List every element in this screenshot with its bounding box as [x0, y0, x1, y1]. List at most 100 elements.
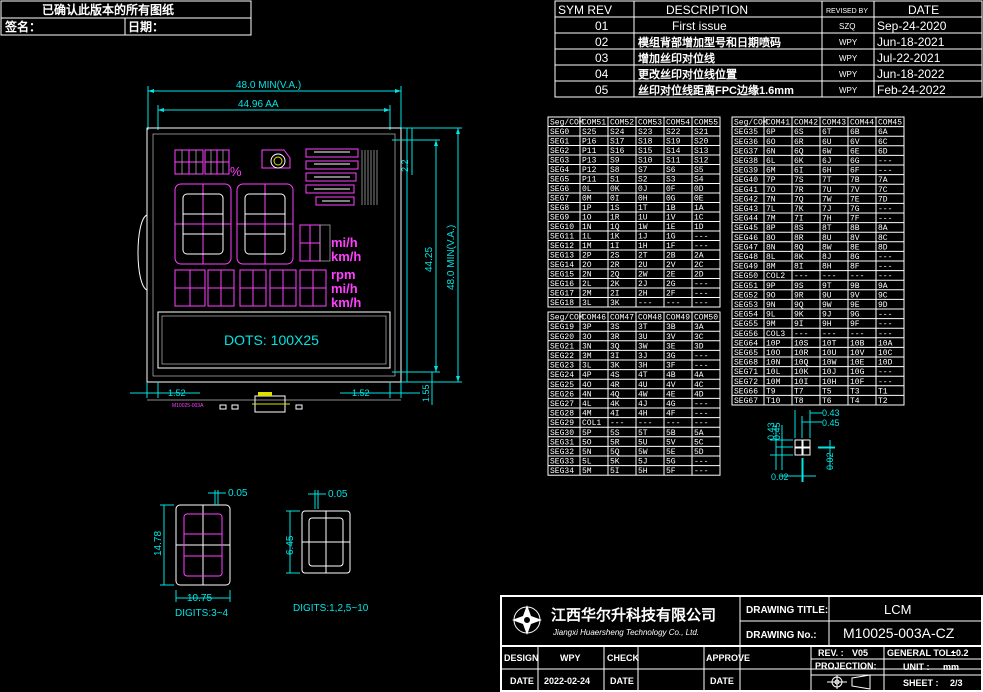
table-cell: SEG14	[550, 261, 574, 270]
table-cell: SEG28	[550, 410, 574, 419]
table-cell: 2V	[666, 261, 676, 270]
dim-bottom-margin: 1.55	[421, 384, 431, 402]
table-cell: 3K	[610, 299, 620, 308]
table-cell: 10J	[822, 368, 836, 377]
table-cell: 1K	[610, 233, 620, 242]
table-cell: SEG68	[734, 359, 758, 368]
table-cell: SEG53	[734, 301, 758, 310]
rev-row-5-date: Feb-24-2022	[877, 83, 946, 97]
table-cell: 9E	[850, 301, 860, 310]
table-cell: 10A	[878, 339, 893, 348]
table-cell: 4F	[666, 410, 676, 419]
table-cell: 8S	[794, 224, 804, 233]
table-cell: 7E	[850, 195, 860, 204]
table-cell: S20	[694, 138, 709, 147]
table-cell: 2M	[582, 290, 592, 299]
rev-label: REV. :	[818, 648, 844, 658]
drawing-canvas: 已确认此版本的所有图纸 签名： 日期： SYM REV DESCRIPTION …	[0, 0, 983, 692]
table-cell: SEG66	[734, 387, 758, 396]
table-cell: SEG56	[734, 330, 758, 339]
small-digit-caption: DIGITS:1,2,5~10	[293, 603, 369, 614]
table-cell: SEG21	[550, 342, 574, 351]
table-cell: 0J	[638, 185, 648, 194]
table-cell: 9L	[766, 311, 776, 320]
table-cell: 9B	[850, 282, 860, 291]
table-cell: 10L	[766, 368, 781, 377]
table-cell: 9N	[766, 301, 776, 310]
large-digit-gap: 0.05	[228, 488, 248, 499]
table-cell: S9	[610, 157, 620, 166]
table-cell: 5E	[666, 448, 676, 457]
table-cell: SEG46	[734, 234, 758, 243]
table-cell: SEG27	[550, 400, 574, 409]
table-cell: 6L	[766, 157, 776, 166]
table-cell: T5	[822, 387, 832, 396]
table-cell: 3O	[582, 333, 592, 342]
table-cell: 2Q	[610, 271, 620, 280]
table-cell: 7W	[822, 195, 832, 204]
unit-kmh-2: km/h	[331, 295, 361, 310]
table-cell: T4	[850, 397, 860, 406]
table-cell: 4I	[610, 410, 620, 419]
table-cell: 9O	[766, 291, 776, 300]
table-cell: 7J	[822, 205, 832, 214]
table-cell: 0G	[666, 195, 676, 204]
table-cell: 10G	[850, 368, 865, 377]
table-cell: 4B	[666, 371, 676, 380]
table-cell: 2T	[638, 252, 648, 261]
table-cell: SEG11	[550, 233, 574, 242]
table-cell: 5U	[638, 438, 648, 447]
table-cell: S21	[694, 128, 709, 137]
table-cell: 5V	[666, 438, 676, 447]
table-cell: 8U	[822, 234, 832, 243]
table-cell: SEG29	[550, 419, 574, 428]
table-cell: 7H	[822, 215, 832, 224]
table-cell: 9W	[822, 301, 832, 310]
table-cell: ---	[666, 299, 680, 308]
table-cell: 5O	[582, 438, 592, 447]
table-cell: SEG34	[550, 467, 574, 476]
large-digit-right	[236, 183, 294, 265]
table-cell: 3E	[666, 342, 676, 351]
table-cell: 7M	[766, 215, 776, 224]
table-cell: 9C	[878, 291, 888, 300]
rev-header-sym: SYM REV	[558, 3, 612, 17]
digit-detail-large: 14.78 10.75 0.05 DIGITS:3~4	[153, 488, 248, 619]
table-cell: ---	[694, 280, 708, 289]
table-header-cell: COM48	[638, 314, 662, 323]
table-cell: ---	[878, 311, 892, 320]
table-cell: 4M	[582, 410, 592, 419]
table-cell: SEG65	[734, 349, 758, 358]
table-cell: ---	[638, 299, 652, 308]
sign-label: 签名：	[4, 19, 41, 34]
dot-matrix-area: DOTS: 100X25	[157, 311, 391, 369]
table-cell: 5H	[638, 467, 648, 476]
table-cell: 4T	[638, 371, 648, 380]
table-cell: 10S	[794, 339, 809, 348]
table-cell: 9D	[878, 301, 888, 310]
table-cell: T1	[878, 387, 888, 396]
table-cell: ---	[822, 330, 836, 339]
mid-digit-group	[299, 224, 331, 262]
table-cell: 1U	[638, 214, 648, 223]
table-cell: 1J	[638, 233, 648, 242]
dots-label: DOTS: 100X25	[224, 332, 319, 348]
table-cell: P11	[582, 176, 597, 185]
table-cell: 9J	[822, 311, 832, 320]
table-cell: S14	[666, 147, 681, 156]
table-cell: 7G	[850, 205, 860, 214]
date-label-2: DATE	[610, 676, 634, 686]
table-cell: 7N	[766, 195, 776, 204]
table-cell: T3	[850, 387, 860, 396]
table-cell: 4W	[638, 390, 648, 399]
table-cell: 1O	[582, 214, 592, 223]
table-cell: 10F	[850, 378, 865, 387]
table-cell: 4P	[582, 371, 592, 380]
table-cell: 5R	[610, 438, 620, 447]
table-cell: 1W	[638, 223, 648, 232]
table-cell: 0H	[638, 195, 648, 204]
table-cell: 4S	[610, 371, 620, 380]
table-cell: 0E	[694, 195, 704, 204]
table-header-cell: COM47	[610, 314, 634, 323]
table-cell: SEG48	[734, 253, 758, 262]
